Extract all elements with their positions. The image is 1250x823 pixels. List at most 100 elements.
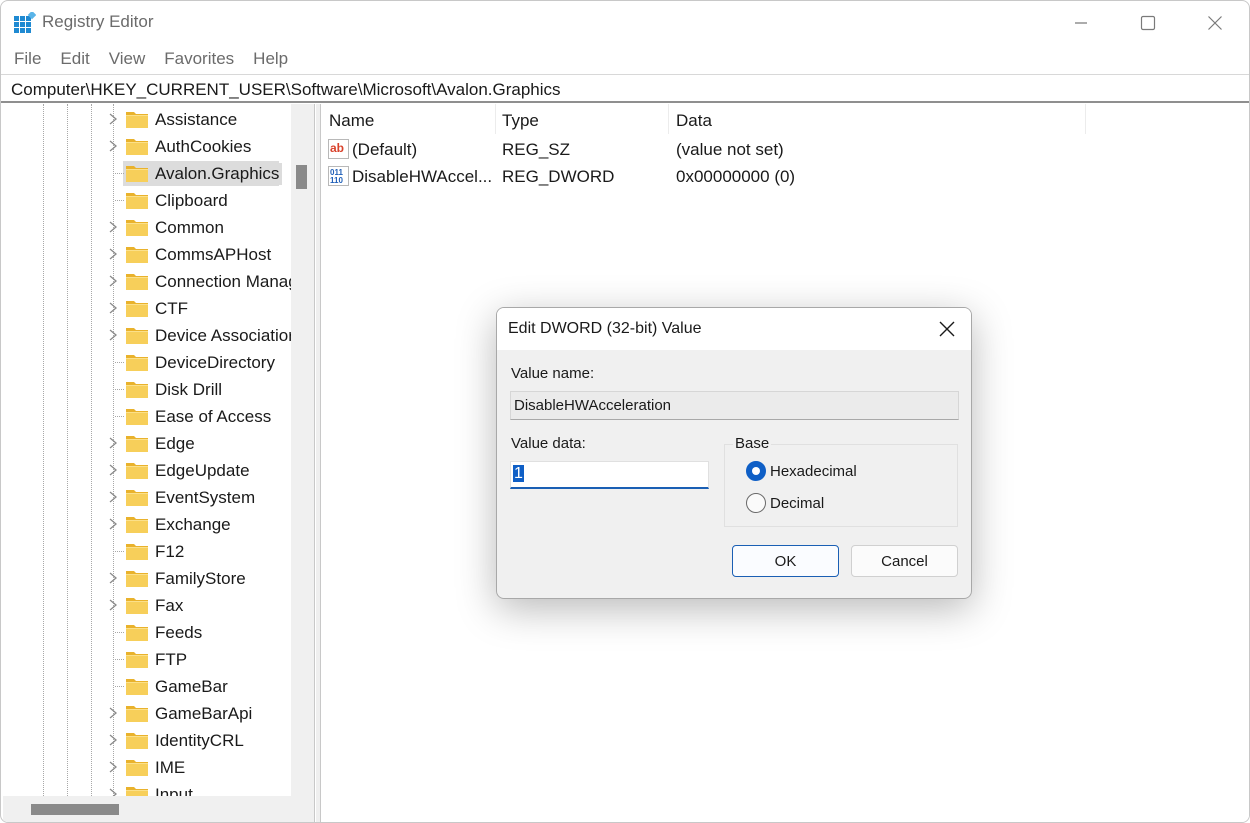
chevron-right-icon[interactable] (107, 732, 119, 748)
chevron-right-icon[interactable] (107, 435, 119, 451)
tree-item[interactable]: DeviceDirectory (3, 349, 293, 376)
value-row[interactable]: ab (Default) REG_SZ (value not set) (322, 136, 1082, 163)
folder-icon (126, 301, 148, 317)
close-icon (939, 321, 955, 337)
address-path[interactable]: Computer\HKEY_CURRENT_USER\Software\Micr… (11, 80, 561, 100)
tree-item[interactable]: EdgeUpdate (3, 457, 293, 484)
tree-item[interactable]: Assistance (3, 106, 293, 133)
tree-item-label: CommsAPHost (155, 245, 272, 264)
tree-vertical-scroll-thumb[interactable] (296, 165, 307, 189)
menu-file[interactable]: File (14, 47, 41, 73)
tree-horizontal-scroll-thumb[interactable] (31, 804, 119, 815)
tree-item[interactable]: Ease of Access (3, 403, 293, 430)
tree-item[interactable]: FamilyStore (3, 565, 293, 592)
column-divider[interactable] (668, 104, 669, 134)
maximize-button[interactable] (1114, 1, 1182, 45)
hexadecimal-label[interactable]: Hexadecimal (770, 463, 857, 480)
chevron-right-icon[interactable] (107, 489, 119, 505)
decimal-radio[interactable] (746, 493, 766, 513)
chevron-right-icon[interactable] (107, 219, 119, 235)
ok-button[interactable]: OK (732, 545, 839, 577)
edit-dword-dialog: Edit DWORD (32-bit) Value Value name: Di… (496, 307, 972, 599)
tree-item[interactable]: FTP (3, 646, 293, 673)
binary-value-icon: 011 110 (328, 166, 349, 186)
folder-icon (126, 760, 148, 776)
menu-bar: File Edit View Favorites Help (1, 47, 294, 73)
pane-splitter[interactable] (316, 104, 321, 822)
tree-item[interactable]: Fax (3, 592, 293, 619)
tree-item[interactable]: Connection Manag (3, 268, 298, 295)
column-header-data[interactable]: Data (676, 111, 712, 131)
tree-item[interactable]: Common (3, 214, 293, 241)
tree-item[interactable]: CTF (3, 295, 293, 322)
dialog-close-button[interactable] (933, 317, 961, 341)
chevron-right-icon[interactable] (107, 300, 119, 316)
tree-item[interactable]: F12 (3, 538, 293, 565)
tree-item[interactable]: CommsAPHost (3, 241, 293, 268)
tree-item[interactable]: Feeds (3, 619, 293, 646)
chevron-right-icon[interactable] (107, 516, 119, 532)
chevron-right-icon[interactable] (107, 138, 119, 154)
folder-icon (126, 544, 148, 560)
chevron-right-icon[interactable] (107, 759, 119, 775)
folder-icon (126, 193, 148, 209)
tree-item-label: IME (155, 758, 186, 777)
close-button[interactable] (1181, 1, 1249, 45)
tree-item[interactable]: Clipboard (3, 187, 293, 214)
folder-icon (126, 247, 148, 263)
tree-connector (115, 173, 124, 174)
tree-item[interactable]: Disk Drill (3, 376, 293, 403)
address-bar[interactable]: Computer\HKEY_CURRENT_USER\Software\Micr… (1, 74, 1249, 103)
tree-item[interactable]: IdentityCRL (3, 727, 293, 754)
tree-item[interactable]: GameBarApi (3, 700, 293, 727)
cancel-button[interactable]: Cancel (851, 545, 958, 577)
column-header-name[interactable]: Name (329, 111, 374, 131)
tree-connector (115, 551, 124, 552)
menu-favorites[interactable]: Favorites (164, 47, 234, 73)
tree-item[interactable]: Device Associatior (3, 322, 294, 349)
tree-item[interactable]: Exchange (3, 511, 293, 538)
dialog-title: Edit DWORD (32-bit) Value (508, 320, 702, 337)
value-row[interactable]: 011 110 DisableHWAccel... REG_DWORD 0x00… (322, 163, 1082, 190)
minimize-button[interactable] (1047, 1, 1115, 45)
folder-icon (126, 625, 148, 641)
menu-edit[interactable]: Edit (60, 47, 89, 73)
tree-item-label: FTP (155, 650, 188, 669)
column-divider[interactable] (1085, 104, 1086, 134)
value-data-input[interactable]: 1 (510, 461, 709, 489)
chevron-right-icon[interactable] (107, 597, 119, 613)
tree-item-label: F12 (155, 542, 185, 561)
menu-view[interactable]: View (109, 47, 146, 73)
tree-item-label: Connection Manag (155, 272, 298, 291)
tree-vertical-scrollbar[interactable] (291, 104, 314, 796)
tree-item[interactable]: GameBar (3, 673, 293, 700)
tree-item-label: Device Associatior (155, 326, 294, 345)
tree-item[interactable]: Edge (3, 430, 293, 457)
tree-item-label: EventSystem (155, 488, 256, 507)
folder-icon (126, 139, 148, 155)
chevron-right-icon[interactable] (107, 246, 119, 262)
tree-item-label: AuthCookies (155, 137, 252, 156)
tree-item[interactable]: IME (3, 754, 293, 781)
chevron-right-icon[interactable] (107, 462, 119, 478)
chevron-right-icon[interactable] (107, 327, 119, 343)
folder-icon (126, 220, 148, 236)
column-header-type[interactable]: Type (502, 111, 539, 131)
value-name-label: Value name: (511, 365, 595, 382)
tree-item-label: GameBarApi (155, 704, 253, 723)
hexadecimal-radio[interactable] (746, 461, 766, 481)
chevron-right-icon[interactable] (107, 570, 119, 586)
key-tree: Assistance AuthCookies Avalon.Graphics Clip… (3, 104, 315, 822)
chevron-right-icon[interactable] (107, 273, 119, 289)
tree-item[interactable]: Avalon.Graphics (3, 160, 293, 187)
decimal-label[interactable]: Decimal (770, 495, 824, 512)
column-divider[interactable] (495, 104, 496, 134)
chevron-right-icon[interactable] (107, 111, 119, 127)
menu-help[interactable]: Help (253, 47, 288, 73)
folder-icon (126, 328, 148, 344)
base-label: Base (733, 435, 772, 452)
tree-item[interactable]: AuthCookies (3, 133, 293, 160)
tree-item[interactable]: EventSystem (3, 484, 293, 511)
chevron-right-icon[interactable] (107, 705, 119, 721)
tree-item-label: Disk Drill (155, 380, 223, 399)
